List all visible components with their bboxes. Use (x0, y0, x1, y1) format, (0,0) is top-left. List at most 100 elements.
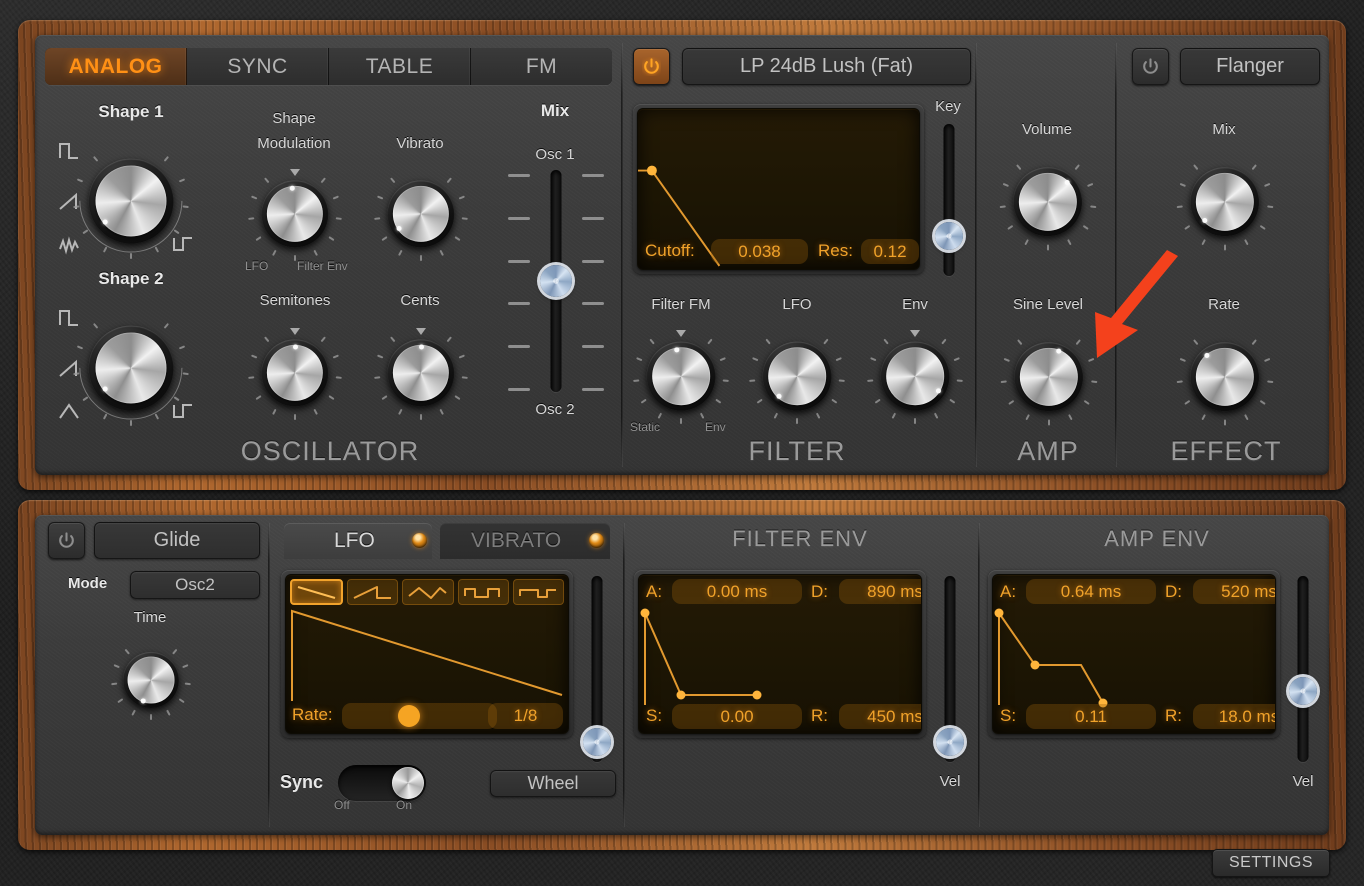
knob-tick (150, 714, 152, 720)
amp-env-display[interactable]: A: 0.64 ms D: 520 ms S: 0.11 R: 18.0 ms (992, 574, 1276, 734)
shape-modulation-knob[interactable] (253, 172, 337, 256)
pulse-icon (515, 584, 561, 601)
knob-tick (1259, 224, 1265, 229)
lfo-waveform-buttons[interactable] (290, 579, 564, 605)
amp-env-r-value[interactable]: 18.0 ms (1193, 704, 1276, 729)
glide-power-button[interactable] (48, 522, 85, 559)
res-value[interactable]: 0.12 (861, 239, 919, 264)
oscillator-tab-bar[interactable]: ANALOG SYNC TABLE FM (45, 48, 612, 85)
filter-env-frame[interactable]: A: 0.00 ms D: 890 ms S: 0.00 R: 450 ms (634, 570, 926, 738)
lfo-amount-slider-handle[interactable] (583, 728, 611, 756)
knob-tick (1091, 380, 1097, 383)
lfo-amount-slider[interactable] (584, 576, 610, 762)
effect-power-button[interactable] (1132, 48, 1169, 85)
sine-level-knob[interactable] (1005, 333, 1092, 420)
amp-env-s-value[interactable]: 0.11 (1026, 704, 1156, 729)
amp-env-d-value[interactable]: 520 ms (1193, 579, 1276, 604)
knob-tick (700, 413, 705, 419)
power-icon (642, 57, 661, 76)
lfo-rate-slider-handle[interactable] (398, 705, 420, 727)
knob-indicator (1202, 218, 1207, 223)
settings-button[interactable]: SETTINGS (1212, 849, 1330, 877)
knob-tick (381, 395, 387, 400)
filter-key-slider-handle[interactable] (935, 222, 963, 250)
knob-tick (336, 217, 342, 220)
lfo-display-frame[interactable]: Rate: 1/8 (281, 570, 573, 738)
lfo-waveform-square-button[interactable] (458, 579, 509, 605)
filter-env-vel-slider[interactable] (937, 576, 963, 762)
filter-fm-knob[interactable] (638, 333, 724, 419)
vibrato-knob[interactable] (379, 172, 463, 256)
lfo-waveform-pulse-button[interactable] (513, 579, 564, 605)
filter-type-selector[interactable]: LP 24dB Lush (Fat) (682, 48, 971, 85)
filter-response-display[interactable]: Cutoff: 0.038 Res: 0.12 (637, 108, 920, 270)
shape2-knob[interactable] (78, 315, 184, 421)
slider-tick (582, 302, 604, 305)
lfo-waveform-saw-up-button[interactable] (347, 579, 398, 605)
lfo-waveform-saw-down-button[interactable] (290, 579, 343, 605)
knob-tick (1179, 182, 1185, 186)
tab-sync[interactable]: SYNC (187, 48, 329, 85)
lfo-rate-division[interactable]: 1/8 (488, 703, 563, 729)
knob-tick (816, 413, 821, 419)
filter-env-vel-slider-handle[interactable] (936, 728, 964, 756)
filter-env-d-value[interactable]: 890 ms (839, 579, 922, 604)
filter-lfo-knob[interactable] (754, 333, 840, 419)
filter-env-label: Env (902, 296, 928, 313)
filter-power-button[interactable] (633, 48, 670, 85)
amp-env-s-label: S: (1000, 706, 1016, 726)
amp-env-vel-slider-handle[interactable] (1289, 677, 1317, 705)
knob-cap (128, 657, 175, 704)
effect-mix-knob[interactable] (1181, 158, 1268, 245)
knob-tick (1267, 380, 1273, 383)
knob-tick (1244, 414, 1249, 420)
filter-env-display[interactable]: A: 0.00 ms D: 890 ms S: 0.00 R: 450 ms (638, 574, 922, 734)
filter-env-knob[interactable] (872, 333, 958, 419)
knob-tick (867, 379, 873, 382)
lfo-sync-toggle-handle[interactable] (392, 767, 424, 799)
knob-tick (321, 177, 326, 183)
knob-tick (839, 379, 845, 382)
effect-type-selector[interactable]: Flanger (1180, 48, 1320, 85)
lfo-display[interactable]: Rate: 1/8 (285, 574, 569, 734)
knob-tick (749, 379, 755, 382)
glide-mode-selector[interactable]: Osc2 (130, 571, 260, 599)
lfo-sync-toggle[interactable] (338, 765, 426, 801)
tab-analog[interactable]: ANALOG (45, 48, 187, 85)
filter-env-s-value[interactable]: 0.00 (672, 704, 802, 729)
knob-tick (264, 336, 269, 342)
amp-env-vel-slider[interactable] (1290, 576, 1316, 762)
amp-env-frame[interactable]: A: 0.64 ms D: 520 ms S: 0.11 R: 18.0 ms (988, 570, 1280, 738)
volume-knob[interactable] (1004, 158, 1091, 245)
knob-tick (398, 409, 403, 415)
effect-rate-knob[interactable] (1181, 333, 1268, 420)
filter-env-a-value[interactable]: 0.00 ms (672, 579, 802, 604)
semitones-knob[interactable] (253, 331, 337, 415)
cents-knob[interactable] (379, 331, 463, 415)
lfo-wheel-button[interactable]: Wheel (490, 770, 616, 797)
glide-name-field[interactable]: Glide (94, 522, 260, 559)
amp-env-a-value[interactable]: 0.64 ms (1026, 579, 1156, 604)
shape1-knob[interactable] (78, 148, 184, 254)
cutoff-value[interactable]: 0.038 (711, 239, 808, 264)
filter-display-frame[interactable]: Cutoff: 0.038 Res: 0.12 (633, 104, 924, 274)
knob-tick (130, 420, 132, 426)
osc-mix-slider[interactable] (534, 170, 578, 392)
filter-env-d-label: D: (811, 582, 828, 602)
tab-fm[interactable]: FM (471, 48, 612, 85)
knob-tick (117, 698, 123, 703)
filter-key-slider[interactable] (936, 124, 962, 276)
knob-tick (1251, 339, 1256, 345)
lfo-rate-slider[interactable] (342, 703, 497, 729)
lfo-waveform-triangle-button[interactable] (402, 579, 453, 605)
knob-tick (272, 409, 277, 415)
knob-tick (1083, 399, 1089, 404)
glide-time-knob[interactable] (116, 645, 186, 715)
tab-table[interactable]: TABLE (329, 48, 471, 85)
filter-env-r-value[interactable]: 450 ms (839, 704, 922, 729)
knob-cap (886, 347, 944, 405)
shape-mod-label-line1: Shape (272, 110, 315, 127)
knob-tick (313, 409, 318, 415)
osc-mix-slider-handle[interactable] (540, 265, 572, 297)
knob-tick (1003, 357, 1009, 361)
